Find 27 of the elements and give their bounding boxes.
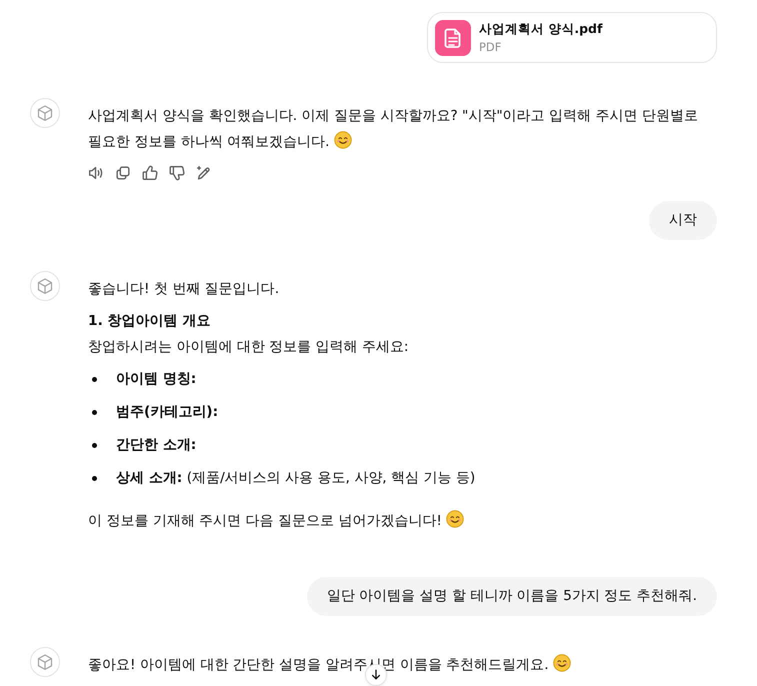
document-icon	[435, 20, 471, 56]
bullet-icon	[92, 410, 97, 414]
message-text: 창업하시려는 아이템에 대한 정보를 입력해 주세요:	[88, 339, 409, 355]
message-text: 이 정보를 기재해 주시면 다음 질문으로 넘어가겠습니다!	[88, 513, 442, 529]
thumbs-up-icon	[141, 164, 159, 182]
bullet-icon	[92, 476, 97, 480]
list-item-text: 상세 소개: (제품/서비스의 사용 용도, 사양, 핵심 기능 등)	[116, 469, 476, 488]
thumbs-down-icon	[168, 164, 186, 182]
user-message-bubble: 일단 아이템을 설명 할 테니까 이름을 5가지 정도 추천해줘.	[306, 577, 717, 616]
section-heading: 1. 창업아이템 개요	[88, 312, 210, 331]
bullet-icon	[92, 442, 97, 448]
copy-icon	[114, 164, 132, 182]
file-type-label: PDF	[479, 40, 502, 55]
bullet-icon	[92, 376, 97, 382]
message-text: 좋습니다! 첫 번째 질문입니다.	[88, 281, 280, 297]
arrow-down-icon	[370, 669, 382, 681]
assistant-avatar-icon	[30, 98, 60, 128]
file-attachment-card[interactable]: 사업계획서 양식.pdf PDF	[427, 12, 717, 63]
speaker-icon	[87, 164, 105, 182]
file-name: 사업계획서 양식.pdf	[479, 20, 602, 38]
list-item-text: 아이템 명칭:	[116, 370, 196, 389]
assistant-avatar-icon	[30, 647, 60, 677]
list-item-text: 간단한 소개:	[116, 436, 196, 455]
list-item-text: 범주(카테고리):	[116, 403, 218, 422]
user-message-bubble: 시작	[649, 201, 717, 240]
message-text: 사업계획서 양식을 확인했습니다. 이제 질문을 시작할까요? "시작"이라고 입력해 주시면 단원별로 필요한 정보를 하나씩 여쭤보겠습니다.	[88, 108, 698, 150]
assistant-avatar-icon	[30, 271, 60, 301]
